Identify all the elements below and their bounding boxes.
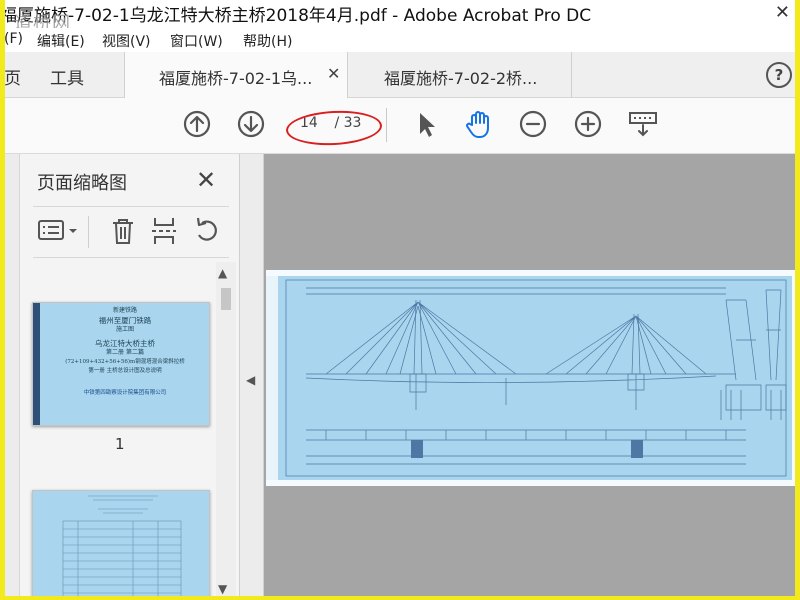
- panel-divider: [33, 206, 229, 207]
- options-icon[interactable]: [36, 214, 80, 248]
- menu-window[interactable]: 窗口(W): [170, 31, 223, 51]
- panel-title: 页面缩略图: [37, 173, 127, 194]
- bridge-drawing: [266, 276, 792, 480]
- window-frame-bottom: [0, 596, 800, 600]
- window-frame-right: [795, 0, 800, 600]
- thumb-line: 乌龙江特大桥主桥: [95, 338, 155, 348]
- next-page-icon[interactable]: [235, 108, 267, 140]
- window-title: 福厦施桥-7-02-1乌龙江特大桥主桥2018年4月.pdf - Adobe A…: [0, 6, 592, 26]
- menu-edit[interactable]: 编辑(E): [37, 31, 85, 51]
- thumbnail-page-number: 1: [115, 435, 125, 453]
- thumb-line: 新建铁路: [112, 307, 137, 314]
- help-icon[interactable]: ?: [766, 62, 792, 88]
- menu-file[interactable]: (F): [4, 31, 23, 47]
- document-page: [266, 270, 799, 486]
- tab-document-1-label: 福厦施桥-7-02-1乌...: [159, 69, 313, 88]
- rotate-icon[interactable]: [190, 214, 224, 248]
- tab-document-2[interactable]: 福厦施桥-7-02-2桥...: [348, 52, 572, 98]
- thumb-line: 中铁第四勘察设计院集团有限公司: [83, 389, 167, 396]
- thumb-line: 第二册 第二篇: [106, 349, 144, 356]
- thumbnails-panel: 页面缩略图 ✕ 新建铁路 福州至厦门铁路 施工图 乌龙江特大桥主桥 第二册 第二…: [20, 154, 240, 600]
- tab-bar: 页 工具 福厦施桥-7-02-1乌... ✕ 福厦施桥-7-02-2桥... ?: [0, 52, 800, 98]
- prev-page-icon[interactable]: [181, 108, 213, 140]
- scroll-thumb[interactable]: [221, 288, 231, 310]
- menu-view[interactable]: 视图(V): [102, 31, 151, 51]
- toolbar-divider: [386, 108, 387, 142]
- tab-home[interactable]: 页: [4, 64, 21, 89]
- tools-divider: [88, 216, 89, 248]
- tab-close-icon[interactable]: ✕: [327, 64, 340, 83]
- page-thumbnail[interactable]: 新建铁路 福州至厦门铁路 施工图 乌龙江特大桥主桥 第二册 第二篇 (72+10…: [32, 302, 210, 426]
- toolbar: 14 / 33: [0, 98, 800, 154]
- scroll-down-button[interactable]: ▼: [218, 582, 227, 596]
- thumb-line: 福州至厦门铁路: [98, 315, 152, 325]
- thumbnail-scrollbar[interactable]: [216, 262, 236, 600]
- menu-bar: (F) 编辑(E) 视图(V) 窗口(W) 帮助(H): [0, 28, 800, 52]
- tab-document-1[interactable]: 福厦施桥-7-02-1乌... ✕: [124, 52, 348, 98]
- menu-help[interactable]: 帮助(H): [243, 31, 292, 51]
- keyboard-icon[interactable]: [627, 108, 659, 140]
- thumbnail-binding: [33, 303, 40, 425]
- zoom-in-icon[interactable]: [572, 108, 604, 140]
- select-arrow-icon[interactable]: [410, 108, 442, 140]
- document-viewer[interactable]: [264, 154, 800, 600]
- scroll-up-button[interactable]: ▲: [218, 266, 227, 280]
- tab-document-2-label: 福厦施桥-7-02-2桥...: [384, 69, 538, 88]
- thumbnail-table-preview: [62, 495, 182, 600]
- thumbnail-list: 新建铁路 福州至厦门铁路 施工图 乌龙江特大桥主桥 第二册 第二篇 (72+10…: [20, 258, 220, 600]
- extract-icon[interactable]: [147, 214, 181, 248]
- panel-close-icon[interactable]: ✕: [196, 166, 216, 194]
- title-bar: 福厦施桥-7-02-1乌龙江特大桥主桥2018年4月.pdf - Adobe A…: [0, 0, 800, 34]
- window-frame-left: [0, 0, 5, 600]
- hand-tool-icon[interactable]: [463, 108, 495, 140]
- window-close-button[interactable]: ✕: [775, 2, 790, 23]
- thumb-line: 第一册 主桥总设计图及总说明: [88, 368, 162, 374]
- thumb-line: 施工图: [115, 326, 134, 333]
- tab-tools[interactable]: 工具: [50, 64, 84, 89]
- collapse-panel-icon[interactable]: ◀: [246, 373, 255, 387]
- thumb-line: (72+109+432+56+56)m钢混塔混合梁斜拉桥: [65, 358, 185, 365]
- zoom-out-icon[interactable]: [517, 108, 549, 140]
- delete-icon[interactable]: [106, 214, 140, 248]
- page-thumbnail[interactable]: [32, 490, 210, 600]
